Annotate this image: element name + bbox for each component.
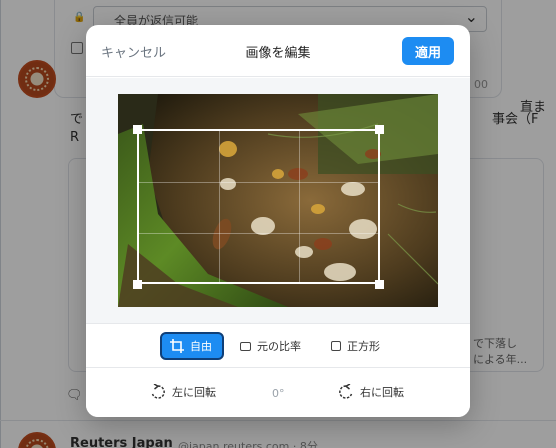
square-icon xyxy=(331,341,341,351)
aspect-square-button[interactable]: 正方形 xyxy=(323,332,390,360)
crop-handle-bottom-left[interactable] xyxy=(133,280,142,289)
rotate-right-icon xyxy=(339,384,353,399)
rotate-left-icon xyxy=(151,384,165,399)
crop-canvas xyxy=(86,78,470,323)
crop-gridline xyxy=(299,131,300,282)
rotate-left-label: 左に回転 xyxy=(172,386,216,399)
edit-image-dialog: キャンセル 画像を編集 適用 自由 元の比率 正方形 左に回転 0° 右に回転 xyxy=(86,25,470,417)
rotate-right-button[interactable]: 右に回転 xyxy=(338,384,404,400)
aspect-free-button[interactable]: 自由 xyxy=(160,332,224,360)
crop-icon xyxy=(170,339,184,353)
rotate-right-label: 右に回転 xyxy=(360,386,404,399)
rotation-bar: 左に回転 0° 右に回転 xyxy=(86,368,470,417)
image-preview xyxy=(118,94,438,307)
crop-gridline xyxy=(219,131,220,282)
crop-handle-top-right[interactable] xyxy=(375,125,384,134)
dialog-header: キャンセル 画像を編集 適用 xyxy=(86,25,470,77)
crop-handle-top-left[interactable] xyxy=(133,125,142,134)
apply-button[interactable]: 適用 xyxy=(402,37,454,65)
crop-frame[interactable] xyxy=(137,129,380,284)
rotate-left-button[interactable]: 左に回転 xyxy=(150,384,216,400)
crop-handle-bottom-right[interactable] xyxy=(375,280,384,289)
aspect-original-button[interactable]: 元の比率 xyxy=(232,332,311,360)
rotation-degrees: 0° xyxy=(272,387,285,400)
aspect-free-label: 自由 xyxy=(190,340,212,353)
crop-gridline xyxy=(139,233,378,234)
aspect-square-label: 正方形 xyxy=(347,340,380,353)
aspect-original-label: 元の比率 xyxy=(257,340,301,353)
rectangle-icon xyxy=(240,341,251,351)
crop-gridline xyxy=(139,182,378,183)
aspect-ratio-bar: 自由 元の比率 正方形 xyxy=(86,323,470,368)
